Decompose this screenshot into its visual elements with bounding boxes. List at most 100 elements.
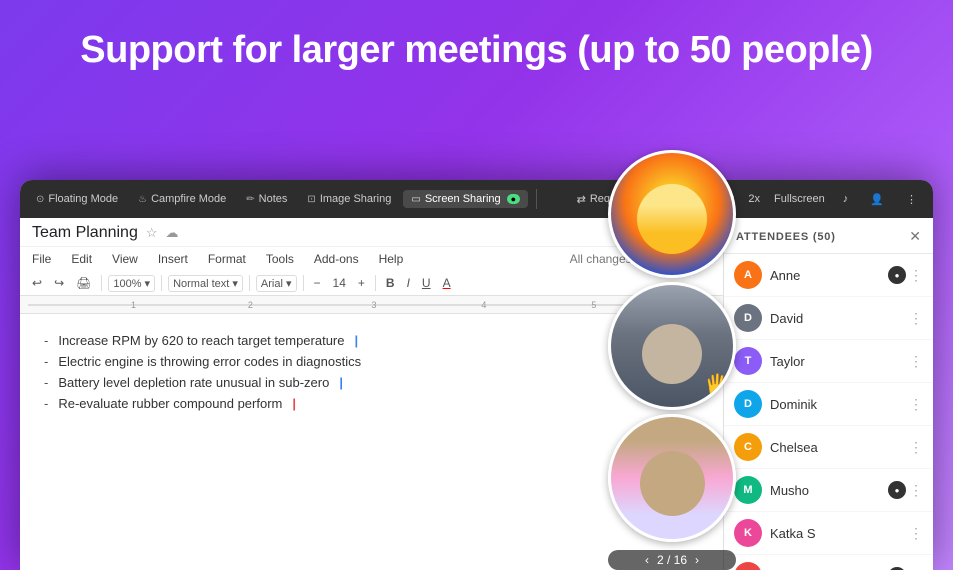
attendee-row: C Chelsea ⋮ [724,426,933,469]
next-video-btn[interactable]: › [695,553,699,567]
menu-view[interactable]: View [108,249,142,269]
star-icon[interactable]: ☆ [146,225,158,241]
cursor-1: | [355,333,359,348]
video-thumb-3 [608,414,736,542]
attendee-actions: ⋮ [909,310,923,327]
status-badge-icon: ● [888,266,906,284]
video-nav: ‹ 2 / 16 › [608,550,736,570]
italic-btn[interactable]: I [403,274,414,292]
participants-icon: 👤 [870,193,884,206]
notes-icon: ✏ [246,194,254,205]
attendee-row: RRona●⋮ [724,555,933,570]
fullscreen-btn[interactable]: Fullscreen [770,191,829,207]
attendee-actions: ⋮ [909,439,923,456]
campfire-mode-btn[interactable]: ♨ Campfire Mode [130,190,234,208]
attendee-name: David [770,311,901,326]
close-sidebar-btn[interactable]: ✕ [909,228,921,245]
hero-title: Support for larger meetings (up to 50 pe… [0,0,953,92]
print-btn[interactable]: 🖨 [72,274,95,292]
video-counter: 2 / 16 [657,553,687,567]
font-size-value: 14 [329,274,350,292]
attendees-sidebar: ATTENDEES (50) ✕ AAnne●⋮DDavid⋮TTaylor⋮D… [723,218,933,570]
list-item: Battery level depletion rate unusual in … [44,372,699,393]
attendee-name: Katka S [770,526,901,541]
status-badge-icon: ● [888,481,906,499]
attendee-more-btn[interactable]: ⋮ [909,525,923,542]
menu-addons[interactable]: Add-ons [310,249,363,269]
attendee-more-btn[interactable]: ⋮ [909,396,923,413]
attendee-actions: ⋮ [909,396,923,413]
notes-btn[interactable]: ✏ Notes [238,190,295,208]
format-divider-3 [249,275,250,291]
image-sharing-btn[interactable]: ⊡ Image Sharing [299,190,399,208]
main-content: Team Planning ☆ ☁ File Edit View Insert … [20,218,933,570]
doc-title: Team Planning [32,224,138,242]
attendee-avatar: T [734,347,762,375]
font-select[interactable]: Arial ▾ [256,275,297,292]
format-divider-1 [101,275,102,291]
menu-format[interactable]: Format [204,249,250,269]
attendee-actions: ●⋮ [888,266,923,284]
list-item: Increase RPM by 620 to reach target temp… [44,330,699,351]
menu-edit[interactable]: Edit [67,249,96,269]
menu-tools[interactable]: Tools [262,249,298,269]
attendee-actions: ⋮ [909,353,923,370]
list-item: Electric engine is throwing error codes … [44,351,699,372]
toolbar-divider [536,189,537,209]
screen-sharing-btn[interactable]: ▭ Screen Sharing ● [403,190,528,208]
attendee-actions: ●⋮ [888,481,923,499]
menu-file[interactable]: File [28,249,55,269]
format-divider-2 [161,275,162,291]
attendee-actions: ⋮ [909,525,923,542]
video-thumb-1 [608,150,736,278]
attendee-row: MMusho●⋮ [724,469,933,512]
music-btn[interactable]: ♪ [835,190,857,208]
attendee-name: Musho [770,483,880,498]
redo-btn[interactable]: ↪ [50,274,68,292]
undo-btn[interactable]: ↩ [28,274,46,292]
underline-btn[interactable]: U [418,274,435,292]
screen-sharing-badge: ● [507,194,520,204]
attendee-more-btn[interactable]: ⋮ [909,267,923,284]
font-size-plus-btn[interactable]: + [354,274,369,292]
attendee-avatar: C [734,433,762,461]
attendee-name: Chelsea [770,440,901,455]
attendee-more-btn[interactable]: ⋮ [909,439,923,456]
font-color-btn[interactable]: A [439,274,455,292]
attendee-avatar: D [734,304,762,332]
video-thumb-2: 🖐 [608,282,736,410]
bullet-list: Increase RPM by 620 to reach target temp… [44,330,699,414]
floating-mode-icon: ⊙ [36,194,44,205]
screen-icon: ▭ [411,194,420,205]
attendee-more-btn[interactable]: ⋮ [909,353,923,370]
more-options-btn[interactable]: ⋮ [898,190,925,209]
zoom-2x-btn[interactable]: 2x [744,191,764,207]
attendee-row: AAnne●⋮ [724,254,933,297]
menu-insert[interactable]: Insert [154,249,192,269]
request-control-icon: ⇄ [577,193,586,206]
attendee-more-btn[interactable]: ⋮ [909,482,923,499]
app-window: ⊙ Floating Mode ♨ Campfire Mode ✏ Notes … [20,180,933,570]
attendee-name: Dominik [770,397,901,412]
font-size-minus-btn[interactable]: − [310,274,325,292]
attendee-avatar: D [734,390,762,418]
bold-btn[interactable]: B [382,274,399,292]
attendee-more-btn[interactable]: ⋮ [909,310,923,327]
attendee-row: D David ⋮ [724,297,933,340]
attendee-row: K Katka S ⋮ [724,512,933,555]
attendees-list: AAnne●⋮DDavid⋮TTaylor⋮DDominik⋮CChelsea⋮… [724,254,933,570]
list-item: Re-evaluate rubber compound perform | [44,393,699,414]
participants-btn[interactable]: 👤 [862,190,892,209]
style-select[interactable]: Normal text ▾ [168,275,243,292]
prev-video-btn[interactable]: ‹ [645,553,649,567]
attendee-row: TTaylor⋮ [724,340,933,383]
attendee-row: D Dominik ⋮ [724,383,933,426]
zoom-select[interactable]: 100% ▾ [108,275,155,292]
menu-help[interactable]: Help [375,249,408,269]
floating-mode-btn[interactable]: ⊙ Floating Mode [28,190,126,208]
attendee-avatar: K [734,519,762,547]
format-divider-4 [303,275,304,291]
cursor-3: | [292,396,296,411]
campfire-icon: ♨ [138,194,147,205]
attendee-avatar: R [734,562,762,570]
